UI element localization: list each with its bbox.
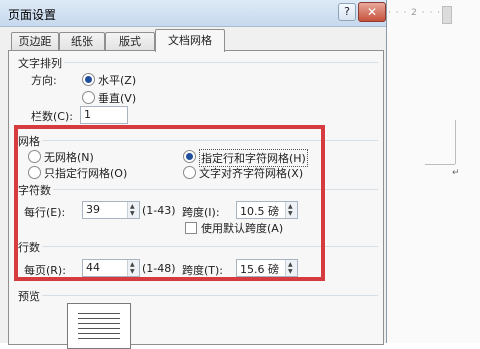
- preview-text-line: [78, 333, 120, 334]
- page-margin-marker-vertical: [455, 120, 456, 164]
- group-title-text-direction: 文字排列: [16, 55, 64, 71]
- paragraph-mark-icon: ↵: [452, 168, 460, 178]
- columns-value[interactable]: 1: [84, 108, 91, 121]
- title-bar[interactable]: 页面设置 ? ✕: [0, 0, 386, 27]
- horizontal-ruler[interactable]: · · · 2 · · · 4: [388, 8, 480, 22]
- group-divider: [16, 62, 378, 63]
- help-button[interactable]: ?: [338, 3, 356, 21]
- group-title-preview: 预览: [16, 288, 42, 304]
- preview-text-line: [78, 318, 120, 319]
- columns-label: 栏数(C):: [31, 110, 73, 123]
- close-button[interactable]: ✕: [358, 2, 386, 22]
- radio-horizontal[interactable]: [82, 73, 95, 86]
- document-canvas[interactable]: [386, 0, 480, 343]
- columns-spinner[interactable]: 1: [80, 106, 128, 124]
- tab-margins[interactable]: 页边距: [11, 32, 59, 51]
- ruler-indent-marker[interactable]: [442, 6, 452, 24]
- group-divider: [18, 295, 378, 296]
- annotation-highlight-box: [14, 125, 325, 281]
- preview-text-line: [78, 328, 120, 329]
- page-margin-marker-horizontal: [425, 164, 455, 165]
- radio-horizontal-label[interactable]: 水平(Z): [98, 72, 136, 88]
- radio-vertical[interactable]: [82, 91, 95, 104]
- dialog-title: 页面设置: [8, 8, 57, 22]
- preview-page: [67, 303, 131, 349]
- preview-text-line: [78, 338, 120, 339]
- direction-label: 方向:: [31, 74, 57, 87]
- preview-text-line: [78, 313, 120, 314]
- tab-layout[interactable]: 版式: [105, 32, 155, 51]
- preview-text-line: [78, 323, 120, 324]
- tab-document-grid[interactable]: 文档网格: [155, 29, 225, 52]
- tab-paper[interactable]: 纸张: [59, 32, 105, 51]
- radio-vertical-label[interactable]: 垂直(V): [98, 90, 136, 106]
- page-setup-dialog: 页面设置 ? ✕ 页边距 纸张 版式 文档网格 文字排列 方向: 水平(Z) 垂…: [0, 0, 387, 349]
